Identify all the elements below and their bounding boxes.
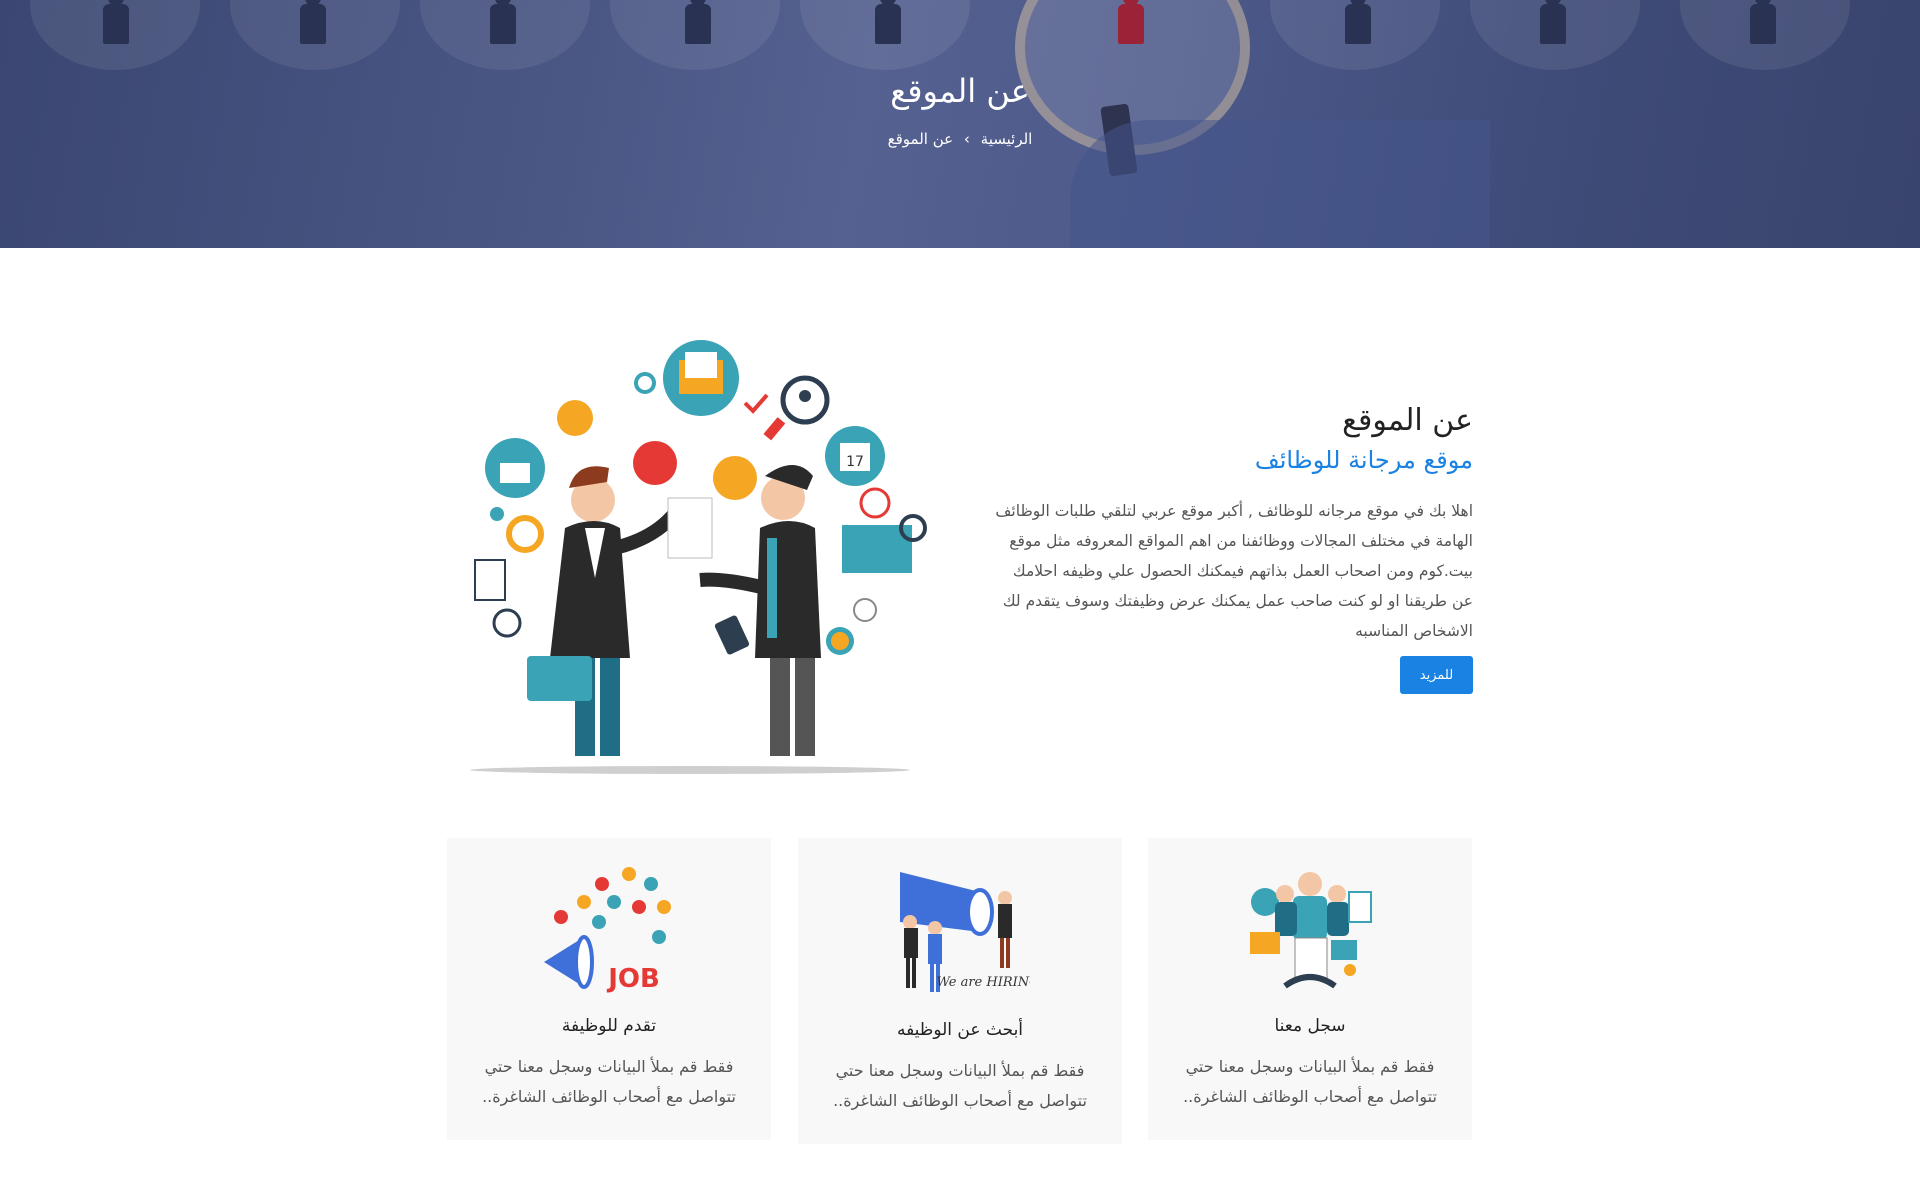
chat-red-icon: [633, 441, 677, 485]
we-are-hiring-illustration: We are HIRING: [900, 872, 1030, 992]
card-text: فقط قم بملأ البيانات وسجل معنا حتي تتواص…: [833, 1061, 1087, 1110]
breadcrumb-separator: ›: [963, 130, 970, 148]
breadcrumb-current: عن الموقع: [887, 130, 954, 148]
hero-person-icon: [1345, 0, 1371, 54]
card-register[interactable]: سجل معنا فقط قم بملأ البيانات وسجل معنا …: [1148, 838, 1472, 1140]
gear-icon: [634, 372, 656, 394]
page-title: عن الموقع: [890, 72, 1030, 110]
clipboard-icon: [474, 559, 506, 601]
chat-yellow-icon: [713, 456, 757, 500]
about-heading: عن الموقع: [1342, 403, 1473, 438]
card-apply-job[interactable]: JOB تقدم للوظيفة فقط قم بملأ البيانات وس…: [447, 838, 771, 1140]
phone-icon: [714, 615, 750, 655]
job-image-text: JOB: [606, 964, 660, 994]
breadcrumb-home-link[interactable]: الرئيسية: [981, 130, 1033, 148]
page-hero: عن الموقع الرئيسية › عن الموقع: [0, 0, 1920, 248]
card-title: سجل معنا: [1274, 1016, 1346, 1036]
hero-person-icon: [103, 0, 129, 54]
breadcrumb: الرئيسية › عن الموقع: [0, 130, 1920, 148]
lightbulb-icon: [557, 400, 593, 436]
about-subheading: موقع مرجانة للوظائف: [1254, 446, 1473, 474]
hero-person-icon: [300, 0, 326, 54]
hero-person-icon: [1750, 0, 1776, 54]
hero-person-icon: [490, 0, 516, 54]
svg-text:17: 17: [846, 454, 864, 470]
briefcase-icon: [527, 656, 592, 701]
hero-person-icon: [685, 0, 711, 54]
resume-document: [667, 497, 713, 559]
business-handshake-illustration: 17: [470, 340, 927, 774]
target-icon: [853, 598, 877, 622]
hiring-image-text-small: We are HIRING: [936, 975, 1030, 990]
hero-person-icon: [1540, 0, 1566, 54]
clock-icon: [859, 487, 891, 519]
card-text: فقط قم بملأ البيانات وسجل معنا حتي تتواص…: [482, 1057, 736, 1106]
card-title: تقدم للوظيفة: [561, 1016, 657, 1036]
donut-chart-icon: [506, 515, 544, 553]
card-search-job[interactable]: We are HIRING أبحث عن الوظيفه فقط قم بمل…: [798, 838, 1122, 1144]
more-button[interactable]: للمزيد: [1400, 656, 1473, 694]
card-text: فقط قم بملأ البيانات وسجل معنا حتي تتواص…: [1183, 1057, 1437, 1106]
job-megaphone-illustration: JOB: [544, 867, 671, 994]
dollar-search-icon: [492, 608, 522, 638]
team-register-illustration: [1250, 872, 1372, 989]
about-section: عن الموقع موقع مرجانة للوظائف اهلا بك في…: [995, 400, 1473, 646]
card-title: أبحث عن الوظيفه: [896, 1020, 1024, 1040]
checkmark-icon: [743, 393, 769, 414]
hero-person-highlight-icon: [1118, 0, 1144, 54]
hero-person-icon: [875, 0, 901, 54]
about-description: اهلا بك في موقع مرجانه للوظائف , أكبر مو…: [995, 502, 1473, 640]
